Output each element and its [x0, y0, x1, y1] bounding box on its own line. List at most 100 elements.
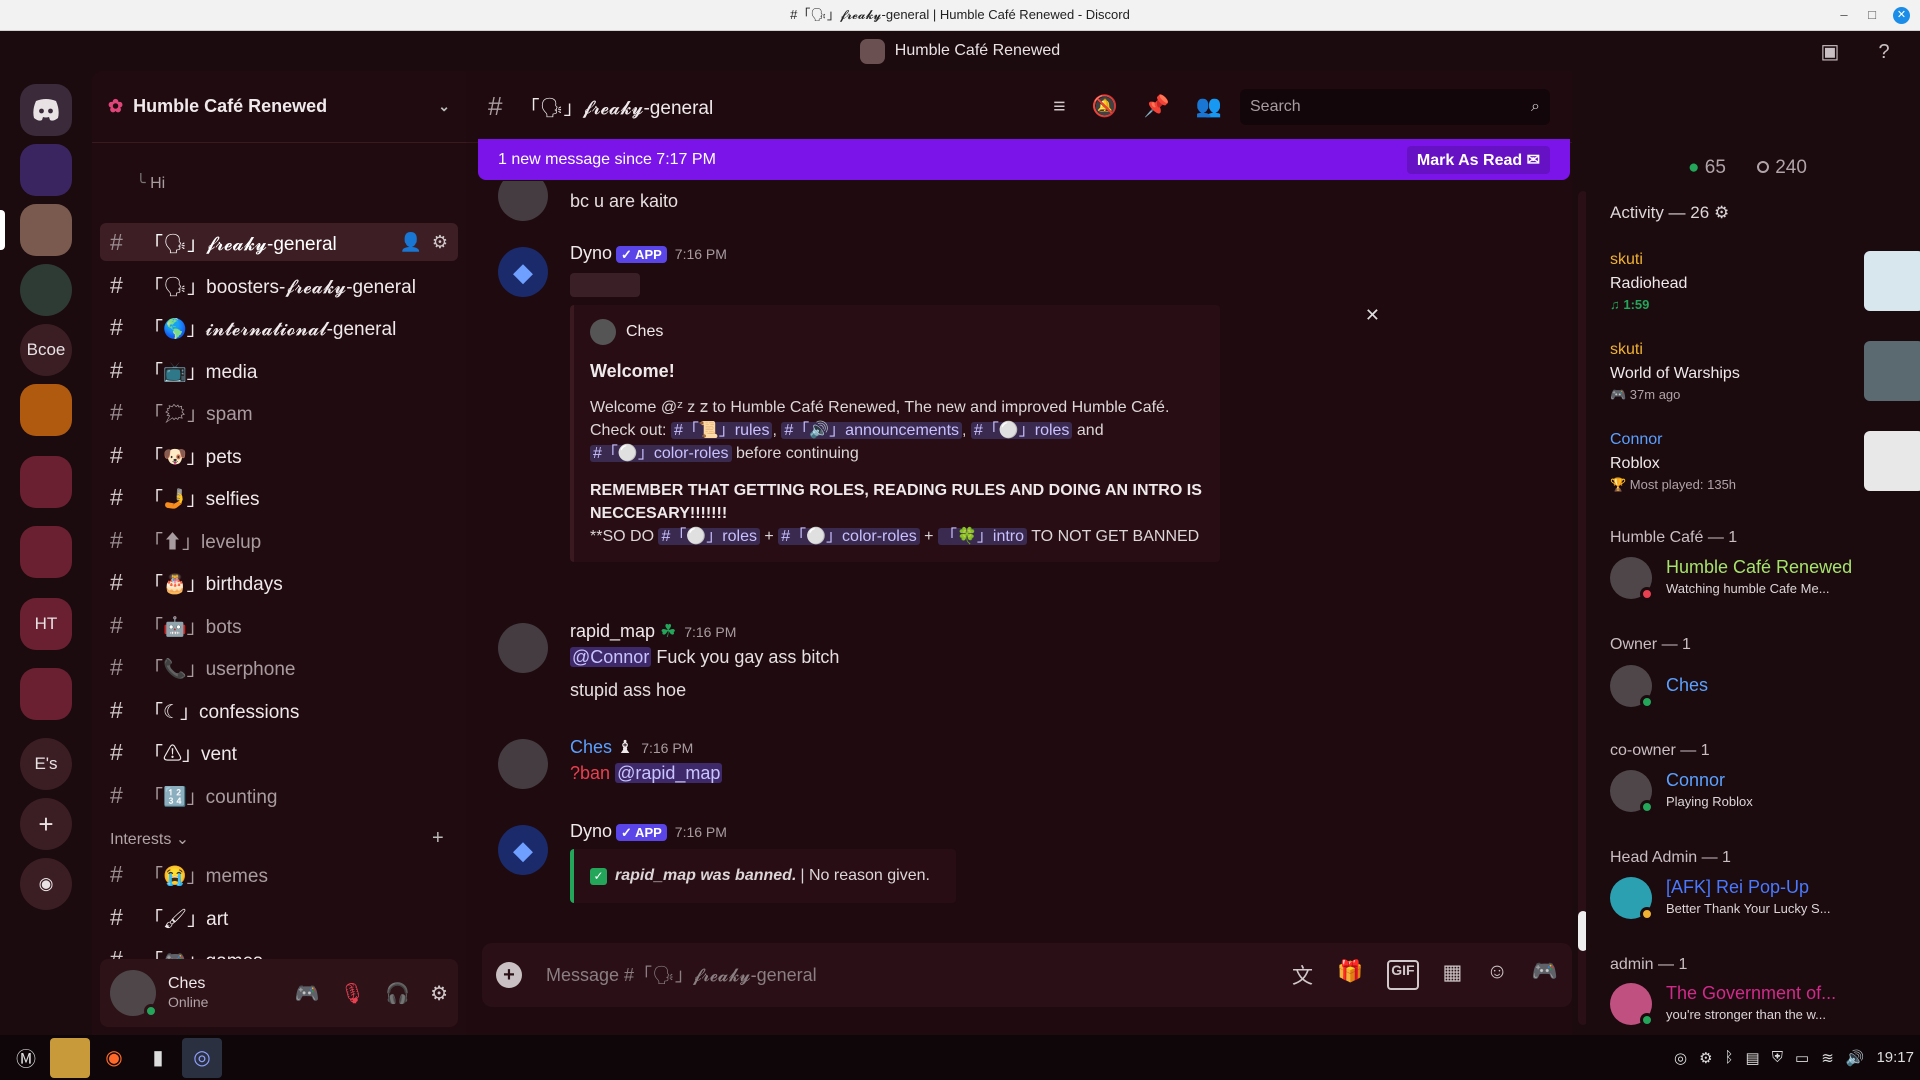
channel-item-media[interactable]: # 「📺」media — [100, 351, 458, 389]
guild-icon-ht[interactable]: HT — [20, 598, 72, 650]
guild-folder-1[interactable] — [20, 456, 72, 508]
guild-icon-6[interactable] — [20, 384, 72, 436]
add-channel-icon[interactable]: + — [432, 827, 444, 850]
channel-mention[interactable]: #「📜」rules — [670, 422, 773, 439]
shield-icon[interactable]: ⛨ — [1772, 1049, 1783, 1066]
guild-icon-bcoe[interactable]: Bcoe — [20, 324, 72, 376]
maximize-button[interactable]: □ — [1858, 0, 1886, 30]
gif-icon[interactable]: GIF — [1387, 960, 1419, 990]
channel-item-spam[interactable]: # 「🗯」spam — [100, 393, 458, 431]
channel-item-pets[interactable]: # 「🐶」pets — [100, 436, 458, 474]
channel-mention[interactable]: 「🍀」intro — [937, 528, 1028, 545]
member-item[interactable]: Ches — [1610, 665, 1910, 717]
channel-item-confessions[interactable]: # 「☾」confessions — [100, 691, 458, 729]
activity-controller-icon[interactable]: 🎮 — [295, 981, 320, 1006]
mute-mic-icon[interactable]: 🎙 — [340, 981, 365, 1006]
channel-item-counting[interactable]: # 「🔢」counting — [100, 776, 458, 814]
close-icon[interactable]: ✕ — [1365, 305, 1380, 326]
channel-mention[interactable]: #「🔊」announcements — [781, 422, 963, 439]
avatar[interactable] — [498, 181, 548, 221]
message-author[interactable]: Dyno — [570, 821, 612, 841]
member-list-icon[interactable]: 👥 — [1196, 95, 1222, 119]
server-header[interactable]: ✿ Humble Café Renewed ⌄ — [92, 71, 466, 143]
guild-icon-es[interactable]: E's — [20, 738, 72, 790]
translate-icon[interactable]: 文 — [1292, 960, 1313, 990]
channel-item-freaky-general[interactable]: # 「🗣」𝓯𝓻𝓮𝓪𝓴𝔂-general 👤 ⚙ — [100, 223, 458, 261]
volume-icon[interactable]: 🔊 — [1846, 1049, 1865, 1067]
invite-icon[interactable]: 👤 — [399, 232, 421, 253]
avatar[interactable] — [110, 970, 158, 1018]
channel-item-memes[interactable]: # 「😭」memes — [100, 855, 458, 893]
thread-item[interactable]: ╰ Hi — [136, 173, 165, 193]
channel-item-birthdays[interactable]: # 「🎂」birthdays — [100, 563, 458, 601]
sticker-icon[interactable]: ▦ — [1443, 960, 1463, 990]
user-mention[interactable]: @rapid_map — [615, 763, 723, 783]
activity-card[interactable]: skuti Radiohead ♫ 1:59 — [1610, 251, 1920, 321]
member-item[interactable]: The Government of... you're stronger tha… — [1610, 983, 1910, 1035]
member-item[interactable]: [AFK] Rei Pop-Up Better Thank Your Lucky… — [1610, 877, 1910, 929]
message-input[interactable] — [546, 964, 1166, 986]
member-item[interactable]: Connor Playing Roblox — [1610, 770, 1910, 822]
message-author[interactable]: rapid_map — [570, 621, 655, 641]
clipboard-icon[interactable]: ▤ — [1746, 1049, 1760, 1067]
inbox-icon[interactable]: ▣ — [1817, 39, 1843, 65]
gift-icon[interactable]: 🎁 — [1337, 960, 1363, 990]
apps-controller-icon[interactable]: 🎮 — [1532, 960, 1558, 990]
activity-card[interactable]: skuti World of Warships 🎮 37m ago — [1610, 341, 1920, 411]
channel-mention[interactable]: #「⚪」roles — [658, 528, 760, 545]
clock[interactable]: 19:17 — [1876, 1049, 1914, 1066]
channel-item-vent[interactable]: # 「⚠」vent — [100, 733, 458, 771]
user-name[interactable]: Ches — [168, 974, 208, 993]
add-server-icon[interactable]: + — [20, 798, 72, 850]
bluetooth-icon[interactable]: ᛒ — [1725, 1049, 1734, 1066]
new-messages-bar[interactable]: 1 new message since 7:17 PM Mark As Read… — [478, 139, 1570, 180]
avatar[interactable] — [498, 623, 548, 673]
discord-taskbar-icon[interactable]: ◎ — [182, 1037, 222, 1078]
guild-folder-2[interactable] — [20, 526, 72, 578]
emoji-icon[interactable]: ☺ — [1486, 960, 1507, 990]
browser-icon[interactable]: ◉ — [94, 1038, 134, 1078]
gear-icon[interactable]: ⚙ — [430, 981, 448, 1006]
discord-tray-icon[interactable]: ◎ — [1674, 1049, 1687, 1067]
help-icon[interactable]: ? — [1871, 39, 1897, 65]
guild-icon-humble-cafe[interactable] — [20, 204, 72, 256]
headphones-icon[interactable]: 🎧 — [385, 981, 410, 1006]
notifications-muted-icon[interactable]: 🔕 — [1092, 95, 1118, 119]
close-button[interactable]: ✕ — [1893, 7, 1910, 24]
channel-item-bots[interactable]: # 「🤖」bots — [100, 606, 458, 644]
network-icon[interactable]: ▭ — [1795, 1049, 1809, 1067]
channel-item-art[interactable]: # 「🖌」art — [100, 898, 458, 936]
channel-item-boosters[interactable]: # 「🗣」boosters-𝓯𝓻𝓮𝓪𝓴𝔂-general — [100, 266, 458, 304]
steam-icon[interactable]: ⚙ — [1699, 1049, 1712, 1067]
message-author[interactable]: Ches — [570, 737, 612, 757]
message-author[interactable]: Dyno — [570, 243, 612, 263]
user-mention[interactable]: @Connor — [570, 647, 652, 667]
search-input[interactable]: Search ⌕ — [1240, 88, 1550, 125]
discover-icon[interactable]: ◉ — [20, 858, 72, 910]
channel-mention[interactable]: #「⚪」color-roles — [778, 528, 920, 545]
discord-home-icon[interactable] — [20, 84, 72, 136]
avatar[interactable]: ◆ — [498, 825, 548, 875]
terminal-icon[interactable]: ▮ — [138, 1038, 178, 1078]
activity-header[interactable]: Activity — 26 ⚙ › — [1610, 203, 1729, 223]
category-interests[interactable]: Interests ⌄ + — [110, 827, 444, 849]
start-menu-icon[interactable]: Ⓜ — [6, 1038, 46, 1078]
guild-icon-1[interactable] — [20, 144, 72, 196]
channel-mention[interactable]: #「⚪」color-roles — [590, 445, 732, 462]
channel-item-userphone[interactable]: # 「📞」userphone — [100, 648, 458, 686]
avatar[interactable]: ◆ — [498, 247, 548, 297]
guild-icon-3[interactable] — [20, 264, 72, 316]
activity-card[interactable]: Connor Roblox 🏆 Most played: 135h — [1610, 431, 1920, 501]
channel-item-international[interactable]: # 「🌎」𝓲𝓷𝓽𝓮𝓻𝓷𝓪𝓽𝓲𝓸𝓷𝓪𝓵-general — [100, 308, 458, 346]
minimize-button[interactable]: – — [1830, 0, 1858, 30]
wifi-icon[interactable]: ≋ — [1821, 1049, 1834, 1067]
upload-plus-icon[interactable]: + — [496, 962, 522, 988]
channel-item-levelup[interactable]: # 「⬆」levelup — [100, 521, 458, 559]
pin-icon[interactable]: 📌 — [1144, 95, 1170, 119]
mark-as-read-button[interactable]: Mark As Read ✉ — [1406, 145, 1550, 174]
guild-folder-3[interactable] — [20, 668, 72, 720]
channel-item-selfies[interactable]: # 「🤳」selfies — [100, 478, 458, 516]
threads-icon[interactable]: ≡ — [1053, 95, 1065, 119]
member-item[interactable]: Humble Café Renewed Watching humble Cafe… — [1610, 557, 1910, 609]
files-icon[interactable] — [50, 1037, 90, 1078]
